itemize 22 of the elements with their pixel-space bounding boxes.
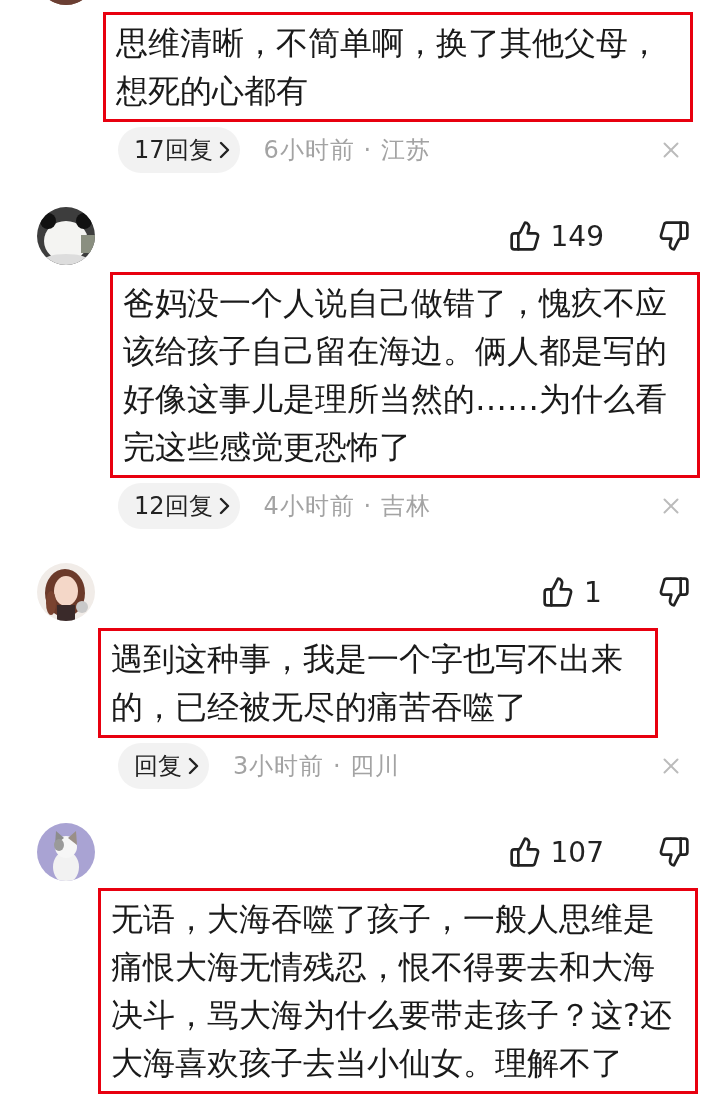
replies-button[interactable]: 回复 <box>118 743 209 789</box>
thumbs-down-icon[interactable] <box>658 576 690 608</box>
comment-text: 遇到这种事，我是一个字也写不出来的，已经被无尽的痛苦吞噬了 <box>98 628 658 738</box>
thumbs-up-icon[interactable] <box>542 576 574 608</box>
thumbs-down-icon[interactable] <box>658 836 690 868</box>
replies-button[interactable]: 12回复 <box>118 483 240 529</box>
chevron-icon <box>218 497 230 515</box>
comment-text: 爸妈没一个人说自己做错了，愧疚不应该给孩子自己留在海边。俩人都是写的好像这事儿是理所当然的……为什么看完这些感觉更恐怖了 <box>110 272 700 478</box>
comment-meta: 3小时前 · 四川 <box>233 751 401 782</box>
like-count: 1 <box>584 575 603 609</box>
comment-text: 思维清晰，不简单啊，换了其他父母，想死的心都有 <box>103 12 693 122</box>
chevron-icon <box>188 757 199 775</box>
like-count: 107 <box>550 835 604 869</box>
comment-meta: 4小时前 · 吉林 <box>263 491 431 522</box>
comment-meta: 6小时前 · 江苏 <box>263 135 431 166</box>
like-count: 149 <box>550 219 604 253</box>
thumbs-down-icon[interactable] <box>658 220 690 252</box>
comment-text: 无语，大海吞噬了孩子，一般人思维是痛恨大海无情残忍，恨不得要去和大海决斗，骂大海为什么要带走孩子？这?还大海喜欢孩子去当小仙女。理解不了 <box>98 888 698 1094</box>
chevron-icon <box>218 141 230 159</box>
thumbs-up-icon[interactable] <box>508 836 541 868</box>
thumbs-up-icon[interactable] <box>508 220 541 252</box>
replies-button[interactable]: 17回复 <box>118 127 240 173</box>
